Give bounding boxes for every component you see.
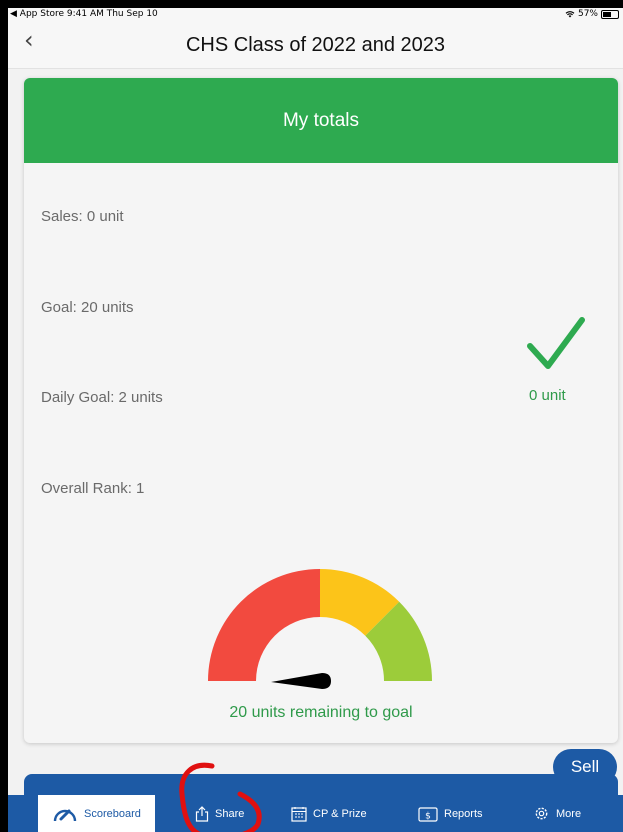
svg-text:$: $ (425, 811, 431, 821)
tab-cp-prize[interactable]: CP & Prize (291, 795, 367, 832)
tab-more[interactable]: More (533, 795, 581, 832)
battery-icon (601, 9, 619, 19)
gauge-red-segment (208, 569, 320, 681)
battery-percent: 57% (577, 9, 598, 19)
totals-card: My totals Sales: 0 unit Goal: 20 units D… (24, 78, 618, 743)
overall-rank-stat: Overall Rank: 1 (41, 480, 145, 497)
tab-share-label: Share (215, 807, 245, 820)
progress-gauge (208, 569, 432, 689)
navigation-bar: ‹ CHS Class of 2022 and 2023 (8, 22, 623, 69)
card-header: My totals (24, 78, 618, 163)
app-screen: ◀ App Store 9:41 AM Thu Sep 10 57% ‹ CHS… (8, 8, 623, 832)
tab-share[interactable]: Share (195, 795, 244, 832)
tab-scoreboard-label: Scoreboard (84, 807, 141, 820)
wifi-icon (565, 11, 575, 18)
dollar-receipt-icon: $ (418, 806, 438, 822)
gear-icon (535, 807, 548, 820)
tab-reports[interactable]: $ Reports (418, 795, 483, 832)
share-icon (195, 805, 209, 822)
page-title: CHS Class of 2022 and 2023 (185, 34, 446, 56)
calendar-icon (291, 806, 307, 822)
tab-more-label: More (556, 807, 582, 820)
status-bar: ◀ App Store 9:41 AM Thu Sep 10 57% (8, 8, 623, 22)
status-left-text[interactable]: ◀ App Store 9:41 AM Thu Sep 10 (10, 9, 158, 19)
status-right: 57% (565, 9, 619, 19)
tab-scoreboard[interactable]: Scoreboard (38, 795, 155, 832)
sell-button[interactable]: Sell (553, 749, 617, 785)
tab-reports-label: Reports (444, 807, 483, 820)
goal-stat: Goal: 20 units (41, 299, 134, 316)
tab-bar: Scoreboard Share CP & Prize $ Reports Mo… (8, 795, 623, 832)
sales-stat: Sales: 0 unit (41, 208, 124, 225)
tab-cp-prize-label: CP & Prize (313, 807, 367, 820)
checkmark-icon (527, 317, 585, 369)
remaining-to-goal: 20 units remaining to goal (229, 704, 413, 721)
gauge-needle (271, 673, 331, 689)
daily-goal-stat: Daily Goal: 2 units (41, 389, 163, 406)
speedometer-icon (53, 809, 77, 821)
units-today: 0 unit (529, 387, 566, 404)
